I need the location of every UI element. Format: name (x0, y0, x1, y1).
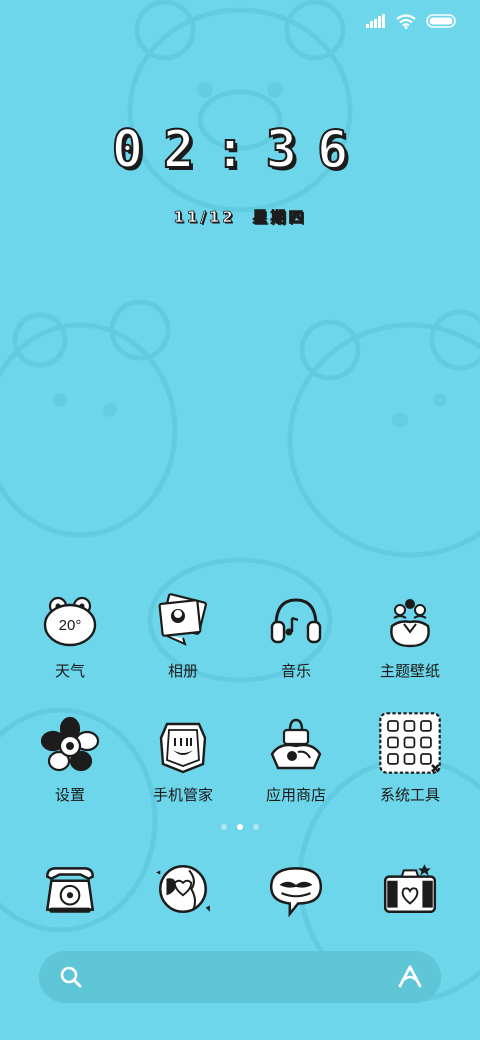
app-label: 应用商店 (265, 786, 326, 804)
app-system-tools[interactable]: 系统工具 (354, 712, 466, 805)
app-label: 相册 (167, 662, 198, 680)
status-bar (366, 10, 458, 32)
shopping-bag-icon (270, 718, 322, 770)
weather-temp: 20° (59, 617, 82, 634)
page-dot[interactable] (221, 824, 227, 830)
telephone-icon (45, 867, 95, 913)
globe-browser-icon (156, 865, 210, 913)
signal-icon (366, 14, 385, 28)
app-label: 手机管家 (152, 786, 213, 804)
search-bar[interactable] (39, 951, 441, 1005)
search-input[interactable] (99, 951, 383, 1005)
app-label: 设置 (54, 786, 85, 804)
clock-date-row[interactable]: 11/12 星期四 (0, 206, 480, 227)
folder-grid-icon (379, 712, 441, 774)
home-screen: 02:36 11/12 星期四 20° 天气 相册 音乐 主题壁纸 设置 手机管… (0, 0, 480, 1040)
page-indicator (0, 824, 480, 830)
wifi-icon (396, 13, 416, 29)
shield-face-icon (159, 722, 207, 774)
app-album[interactable]: 相册 (127, 592, 239, 681)
dock-camera[interactable] (354, 858, 466, 920)
camera-icon (383, 864, 437, 913)
dock-messages[interactable] (240, 858, 352, 920)
assistant-icon[interactable] (397, 964, 423, 990)
weather-frog-icon: 20° (43, 596, 97, 647)
app-store[interactable]: 应用商店 (240, 716, 352, 805)
flower-gear-icon (40, 716, 100, 772)
app-weather[interactable]: 20° 天气 (14, 592, 126, 681)
dock-phone[interactable] (14, 858, 126, 920)
app-label: 主题壁纸 (379, 662, 440, 680)
app-label: 天气 (54, 662, 85, 680)
page-dot-active[interactable] (237, 824, 243, 830)
clock-date: 11/12 (173, 208, 236, 227)
app-label: 音乐 (280, 662, 311, 680)
clock-time[interactable]: 02:36 (0, 119, 480, 181)
search-icon[interactable] (59, 965, 83, 989)
flower-bag-icon (390, 599, 430, 648)
headphones-icon (270, 598, 322, 644)
battery-icon (426, 14, 456, 28)
app-phone-manager[interactable]: 手机管家 (127, 716, 239, 805)
page-dot[interactable] (253, 824, 259, 830)
app-themes[interactable]: 主题壁纸 (354, 592, 466, 681)
dock-browser[interactable] (127, 858, 239, 920)
app-label: 系统工具 (379, 786, 440, 804)
app-music[interactable]: 音乐 (240, 592, 352, 681)
photo-album-icon (158, 593, 207, 646)
message-bubble-icon (269, 867, 323, 918)
clock-weekday: 星期四 (252, 208, 307, 227)
app-settings[interactable]: 设置 (14, 716, 126, 805)
